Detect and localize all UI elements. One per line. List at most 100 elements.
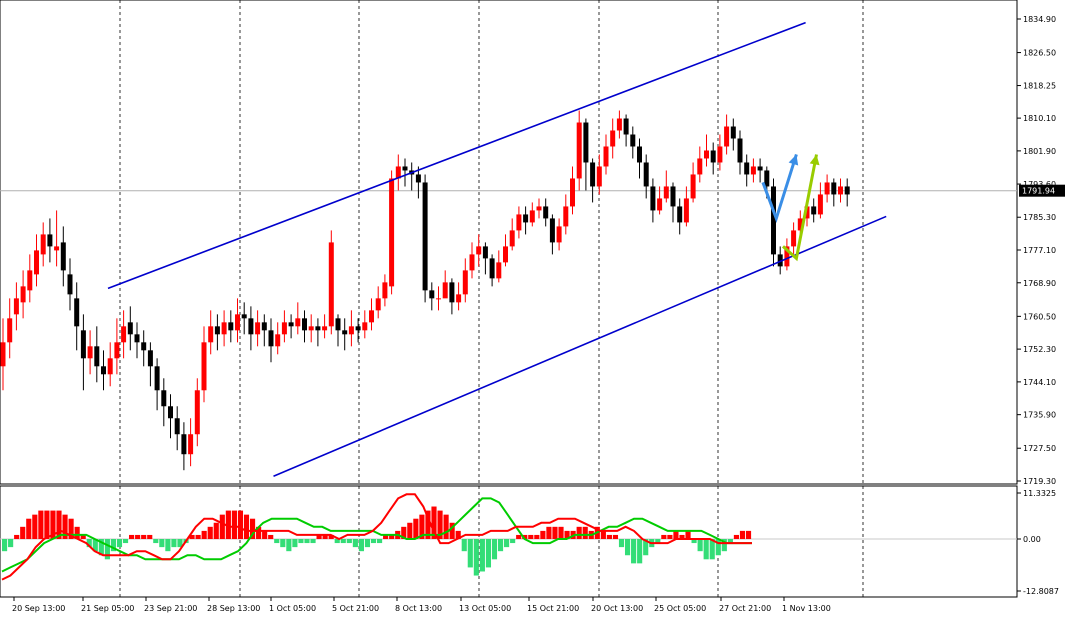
macd-histogram-bar	[280, 539, 286, 548]
candle-body	[235, 314, 240, 331]
candle-body	[489, 258, 495, 279]
macd-histogram-bar	[20, 526, 26, 540]
candle-body	[0, 342, 6, 367]
macd-histogram-bar	[473, 539, 479, 576]
time-tick-label: 5 Oct 21:00	[332, 604, 379, 613]
candle-body	[342, 330, 348, 335]
macd-histogram-bar	[624, 539, 631, 556]
candle-body	[677, 206, 683, 223]
candle-body	[429, 290, 435, 299]
candle-body	[181, 434, 187, 455]
macd-histogram-bar	[298, 539, 304, 544]
candle-body	[362, 322, 368, 331]
macd-histogram-bar	[510, 539, 516, 544]
time-tick-label: 1 Nov 13:00	[782, 604, 831, 613]
candle-body	[302, 318, 307, 331]
candle-body	[214, 326, 220, 335]
candle-body	[134, 334, 140, 343]
candle-body	[650, 186, 656, 211]
candle-body	[40, 234, 46, 255]
macd-histogram-bar	[129, 534, 135, 540]
candle-body	[717, 146, 723, 163]
candle-body	[348, 326, 354, 335]
candle-body	[771, 186, 776, 255]
macd-histogram-bar	[153, 539, 159, 544]
macd-histogram-bar	[552, 526, 558, 540]
macd-histogram-bar	[195, 534, 201, 540]
macd-histogram-bar	[479, 539, 485, 572]
candle-body	[221, 322, 227, 335]
time-tick-label: 23 Sep 21:00	[144, 604, 197, 613]
macd-histogram-bar	[207, 526, 213, 540]
candle-body	[382, 282, 388, 299]
macd-histogram-bar	[116, 539, 123, 548]
candle-body	[27, 270, 33, 291]
time-tick-label: 28 Sep 13:00	[207, 604, 260, 613]
macd-histogram-bar	[407, 522, 413, 540]
candle-body	[114, 342, 120, 359]
candle-body	[188, 434, 194, 455]
macd-histogram-bar	[661, 534, 667, 540]
candle-body	[281, 322, 287, 335]
macd-histogram-bar	[2, 539, 8, 552]
candle-body	[141, 342, 147, 351]
candle-body	[248, 318, 254, 335]
macd-histogram-bar	[268, 534, 274, 540]
candle-body	[616, 118, 622, 131]
macd-histogram-bar	[618, 539, 625, 548]
macd-tick-label: 11.3325	[1023, 489, 1056, 498]
candle-body	[838, 186, 843, 195]
candle-body	[657, 198, 663, 211]
time-tick-label: 15 Oct 21:00	[527, 604, 579, 613]
macd-histogram-bar	[286, 539, 292, 552]
time-tick-label: 21 Sep 05:00	[81, 604, 134, 613]
macd-histogram-bar	[104, 539, 110, 560]
candle-body	[335, 318, 341, 331]
macd-histogram-bar	[340, 539, 346, 544]
macd-histogram-bar	[528, 534, 534, 540]
candle-body	[523, 214, 529, 223]
candle-body	[724, 126, 730, 147]
price-tick-label: 1818.25	[1023, 82, 1056, 91]
time-tick-label: 27 Oct 21:00	[719, 604, 771, 613]
macd-histogram-bar	[346, 539, 352, 544]
macd-histogram-bar	[364, 539, 371, 548]
candle-body	[590, 162, 596, 187]
candle-body	[844, 186, 850, 195]
macd-histogram-bar	[44, 510, 50, 540]
candle-body	[288, 322, 294, 327]
candle-body	[637, 146, 642, 163]
candle-body	[496, 262, 502, 279]
current-price-label: 1791.94	[1022, 187, 1055, 196]
candle-body	[744, 162, 750, 175]
macd-histogram-bar	[304, 539, 310, 544]
candle-body	[154, 366, 160, 391]
macd-histogram-bar	[352, 539, 358, 548]
macd-histogram-bar	[673, 530, 679, 540]
candle-body	[241, 314, 247, 319]
candle-body	[563, 206, 569, 227]
macd-histogram-bar	[576, 526, 582, 540]
candle-body	[127, 322, 133, 335]
candle-body	[576, 122, 582, 179]
candle-body	[610, 130, 616, 147]
candle-body	[543, 206, 549, 219]
candle-body	[663, 186, 669, 199]
candle-body	[623, 118, 629, 135]
candle-body	[161, 390, 167, 407]
macd-histogram-bar	[637, 539, 643, 564]
candle-body	[402, 166, 408, 171]
price-tick-label: 1801.90	[1023, 147, 1056, 156]
candle-body	[831, 182, 837, 195]
macd-histogram-bar	[377, 539, 383, 544]
candle-body	[34, 250, 39, 275]
price-tick-label: 1826.50	[1023, 49, 1056, 58]
candle-body	[603, 146, 609, 167]
macd-histogram-bar	[612, 534, 619, 540]
macd-histogram-bar	[219, 514, 225, 540]
candle-body	[328, 242, 334, 327]
macd-histogram-bar	[201, 530, 207, 540]
candle-body	[268, 330, 274, 347]
price-tick-label: 1777.10	[1023, 246, 1056, 255]
price-tick-label: 1719.30	[1023, 477, 1056, 486]
